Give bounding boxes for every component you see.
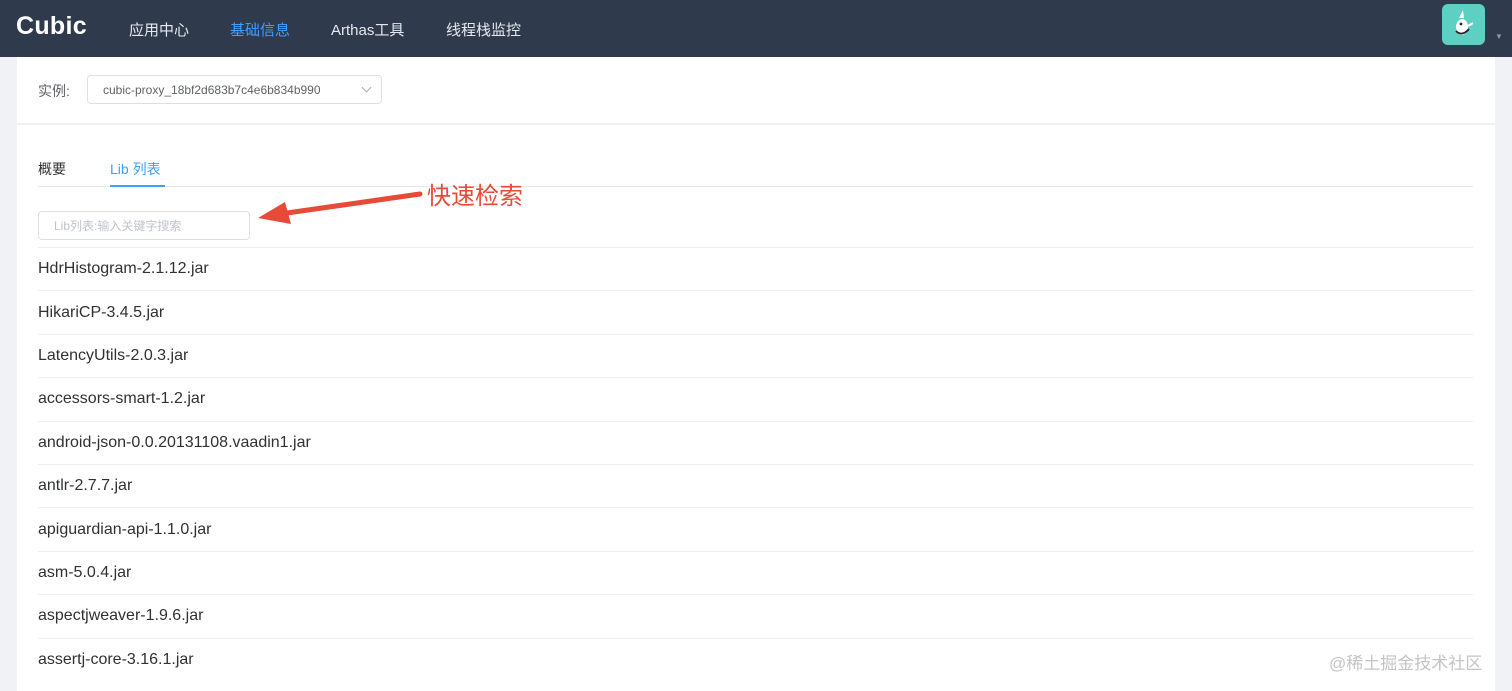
- instance-select[interactable]: cubic-proxy_18bf2d683b7c4e6b834b990: [87, 75, 382, 104]
- lib-search-input[interactable]: [38, 211, 250, 240]
- lib-name: LatencyUtils-2.0.3.jar: [38, 346, 189, 364]
- nav-item-app-center[interactable]: 应用中心: [129, 19, 189, 40]
- lib-name: HdrHistogram-2.1.12.jar: [38, 260, 209, 278]
- chevron-down-icon[interactable]: ▼: [1495, 32, 1503, 41]
- active-tab-indicator: [110, 185, 165, 187]
- lib-row: LatencyUtils-2.0.3.jar: [38, 333, 1473, 377]
- lib-row: asm-5.0.4.jar: [38, 550, 1473, 594]
- arrow-left-icon: [258, 191, 423, 224]
- annotation-label: 快速检索: [427, 183, 523, 210]
- app-logo[interactable]: Cubic: [16, 12, 87, 41]
- tabs-divider: [38, 186, 1473, 187]
- avatar-icon: [1455, 10, 1474, 35]
- instance-label: 实例:: [38, 83, 70, 99]
- nav-item-thread-stack-monitor[interactable]: 线程栈监控: [446, 19, 521, 40]
- lib-list: HdrHistogram-2.1.12.jar HikariCP-3.4.5.ja…: [38, 247, 1473, 681]
- user-avatar[interactable]: [1442, 4, 1485, 45]
- lib-name: apiguardian-api-1.1.0.jar: [38, 520, 212, 538]
- lib-name: HikariCP-3.4.5.jar: [38, 303, 165, 321]
- lib-name: antlr-2.7.7.jar: [38, 477, 133, 495]
- lib-name: accessors-smart-1.2.jar: [38, 390, 206, 408]
- lib-name: aspectjweaver-1.9.6.jar: [38, 607, 204, 625]
- watermark: @稀土掘金技术社区: [1329, 654, 1483, 673]
- top-nav-bar: Cubic 应用中心 基础信息 Arthas工具 线程栈监控 ▼: [0, 0, 1512, 57]
- nav-item-basic-info[interactable]: 基础信息: [230, 19, 290, 40]
- instance-select-value: cubic-proxy_18bf2d683b7c4e6b834b990: [103, 83, 321, 97]
- lib-row: assertj-core-3.16.1.jar: [38, 637, 1473, 681]
- lib-name: android-json-0.0.20131108.vaadin1.jar: [38, 433, 311, 451]
- tab-lib-list[interactable]: Lib 列表: [110, 159, 161, 179]
- nav-item-arthas-tools[interactable]: Arthas工具: [331, 19, 404, 40]
- lib-name: asm-5.0.4.jar: [38, 563, 132, 581]
- lib-row: aspectjweaver-1.9.6.jar: [38, 594, 1473, 637]
- lib-row: HdrHistogram-2.1.12.jar: [38, 247, 1473, 290]
- lib-row: android-json-0.0.20131108.vaadin1.jar: [38, 420, 1473, 464]
- lib-row: apiguardian-api-1.1.0.jar: [38, 507, 1473, 550]
- lib-row: accessors-smart-1.2.jar: [38, 377, 1473, 420]
- chevron-down-icon: [361, 82, 372, 93]
- tab-overview[interactable]: 概要: [38, 159, 66, 179]
- lib-row: HikariCP-3.4.5.jar: [38, 290, 1473, 333]
- lib-name: assertj-core-3.16.1.jar: [38, 650, 194, 668]
- lib-row: antlr-2.7.7.jar: [38, 463, 1473, 507]
